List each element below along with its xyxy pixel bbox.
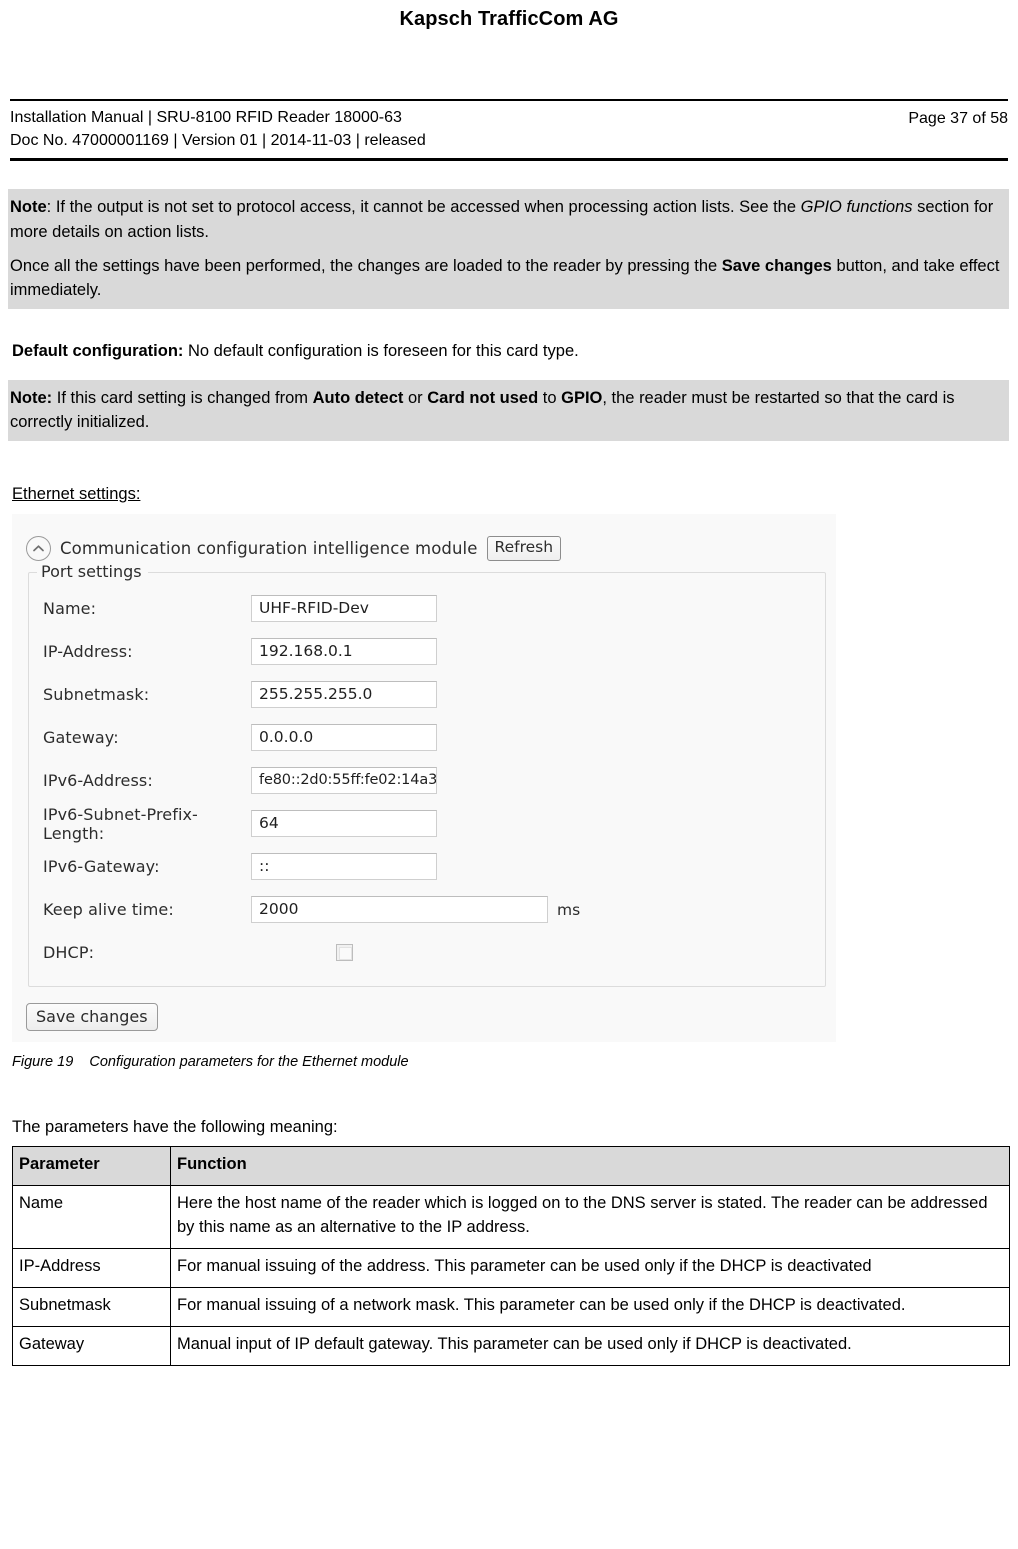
header-doc-info: Installation Manual | SRU-8100 RFID Read… [10, 107, 426, 152]
figure-number: Figure 19 [12, 1054, 74, 1071]
table-row: Gateway Manual input of IP default gatew… [12, 1325, 1010, 1366]
note-card-label: Note: [10, 388, 53, 407]
name-input[interactable]: UHF-RFID-Dev [251, 595, 437, 623]
page-number: Page 37 of 58 [908, 110, 1008, 127]
cell-function: For manual issuing of a network mask. Th… [170, 1286, 1010, 1327]
save-changes-button[interactable]: Save changes [26, 1003, 158, 1032]
note-box-card-setting: Note: If this card setting is changed fr… [8, 379, 1009, 442]
keep-alive-time-label: Keep alive time: [43, 900, 174, 920]
header-manual-line: Installation Manual | SRU-8100 RFID Read… [10, 109, 402, 126]
note-paragraph-1: Note: If the output is not set to protoc… [10, 195, 1001, 244]
panel-title: Communication configuration intelligence… [60, 539, 478, 559]
gateway-input[interactable]: 0.0.0.0 [251, 724, 437, 752]
note-card-text-to: to [538, 388, 562, 407]
note2-text-a: Once all the settings have been performe… [10, 256, 722, 275]
cell-function: Manual input of IP default gateway. This… [170, 1325, 1010, 1366]
dhcp-label: DHCP: [43, 943, 95, 963]
default-configuration-text: No default configuration is foreseen for… [183, 342, 579, 361]
cell-function: Here the host name of the reader which i… [170, 1185, 1010, 1249]
field-row-dhcp: DHCP: [29, 931, 825, 974]
header-docno-line: Doc No. 47000001169 | Version 01 | 2014-… [10, 131, 426, 149]
figure-caption-text: Configuration parameters for the Etherne… [89, 1054, 409, 1071]
field-row-ip-address: IP-Address: 192.168.0.1 [29, 630, 825, 673]
field-row-subnetmask: Subnetmask: 255.255.255.0 [29, 673, 825, 716]
note-paragraph-2: Once all the settings have been performe… [10, 254, 1001, 303]
table-row: Subnetmask For manual issuing of a netwo… [12, 1286, 1010, 1327]
field-row-ipv6-address: IPv6-Address: fe80::2d0:55ff:fe02:14a3 [29, 759, 825, 802]
port-settings-legend: Port settings [37, 562, 148, 582]
default-configuration-paragraph: Default configuration: No default config… [10, 337, 1008, 367]
ipv6-subnet-prefix-length-input[interactable]: 64 [251, 810, 437, 838]
note-box-protocol-access: Note: If the output is not set to protoc… [8, 189, 1009, 310]
note-card-text-or: or [403, 388, 428, 407]
note-card-text-a: If this card setting is changed from [52, 388, 313, 407]
ethernet-settings-heading: Ethernet settings: [12, 485, 141, 504]
ip-address-input[interactable]: 192.168.0.1 [251, 638, 437, 666]
ipv6-address-label: IPv6-Address: [43, 771, 153, 791]
subnetmask-label: Subnetmask: [43, 685, 150, 705]
panel-titlebar: Communication configuration intelligence… [12, 514, 836, 562]
figure-caption: Figure 19 Configuration parameters for t… [10, 1042, 1008, 1070]
note-text-a: : If the output is not set to protocol a… [46, 198, 801, 217]
auto-detect-reference: Auto detect [312, 388, 404, 407]
default-configuration-label: Default configuration: [12, 342, 184, 361]
table-row: IP-Address For manual issuing of the add… [12, 1247, 1010, 1288]
page-header: Installation Manual | SRU-8100 RFID Read… [10, 101, 1008, 156]
gpio-functions-reference: GPIO functions [800, 198, 913, 217]
table-header-row: Parameter Function [12, 1146, 1010, 1187]
checkbox-inner [338, 947, 352, 961]
cell-parameter: IP-Address [12, 1247, 171, 1288]
refresh-button[interactable]: Refresh [486, 536, 562, 562]
field-row-keep-alive-time: Keep alive time: 2000 ms [29, 888, 825, 931]
cell-parameter: Name [12, 1185, 171, 1249]
dhcp-checkbox-holder [251, 944, 437, 962]
dhcp-checkbox[interactable] [335, 944, 353, 962]
column-header-parameter: Parameter [12, 1146, 171, 1187]
field-row-ipv6-prefix-length: IPv6-Subnet-Prefix-Length: 64 [29, 802, 825, 845]
ipv6-address-input[interactable]: fe80::2d0:55ff:fe02:14a3 [251, 767, 437, 795]
port-settings-group: Port settings Name: UHF-RFID-Dev IP-Addr… [28, 562, 826, 988]
gpio-reference: GPIO [561, 388, 603, 407]
parameter-table: Parameter Function Name Here the host na… [12, 1146, 1010, 1366]
keep-alive-time-unit: ms [557, 900, 581, 919]
subnetmask-input[interactable]: 255.255.255.0 [251, 681, 437, 709]
ipv6-gateway-label: IPv6-Gateway: [43, 857, 160, 877]
company-title: Kapsch TrafficCom AG [399, 8, 619, 30]
field-row-gateway: Gateway: 0.0.0.0 [29, 716, 825, 759]
cell-parameter: Gateway [12, 1325, 171, 1366]
ipv6-subnet-prefix-length-label: IPv6-Subnet-Prefix-Length: [43, 804, 198, 843]
cell-parameter: Subnetmask [12, 1286, 171, 1327]
note-card-paragraph: Note: If this card setting is changed fr… [10, 386, 1001, 435]
field-row-ipv6-gateway: IPv6-Gateway: :: [29, 845, 825, 888]
table-row: Name Here the host name of the reader wh… [12, 1185, 1010, 1249]
document-page: Kapsch TrafficCom AG Installation Manual… [0, 0, 1018, 1549]
ipv6-gateway-input[interactable]: :: [251, 853, 437, 881]
note-label: Note [10, 198, 47, 217]
column-header-function: Function [170, 1146, 1010, 1187]
field-row-name: Name: UHF-RFID-Dev [29, 587, 825, 630]
card-not-used-reference: Card not used [427, 388, 539, 407]
ethernet-configuration-screenshot: Communication configuration intelligence… [12, 514, 836, 1043]
cell-function: For manual issuing of the address. This … [170, 1247, 1010, 1288]
chevron-up-icon[interactable] [26, 536, 51, 562]
name-label: Name: [43, 599, 97, 619]
ip-address-label: IP-Address: [43, 642, 133, 662]
gateway-label: Gateway: [43, 728, 119, 748]
parameter-table-intro: The parameters have the following meanin… [12, 1118, 338, 1137]
save-changes-reference: Save changes [721, 256, 832, 275]
keep-alive-time-input[interactable]: 2000 [251, 896, 548, 924]
